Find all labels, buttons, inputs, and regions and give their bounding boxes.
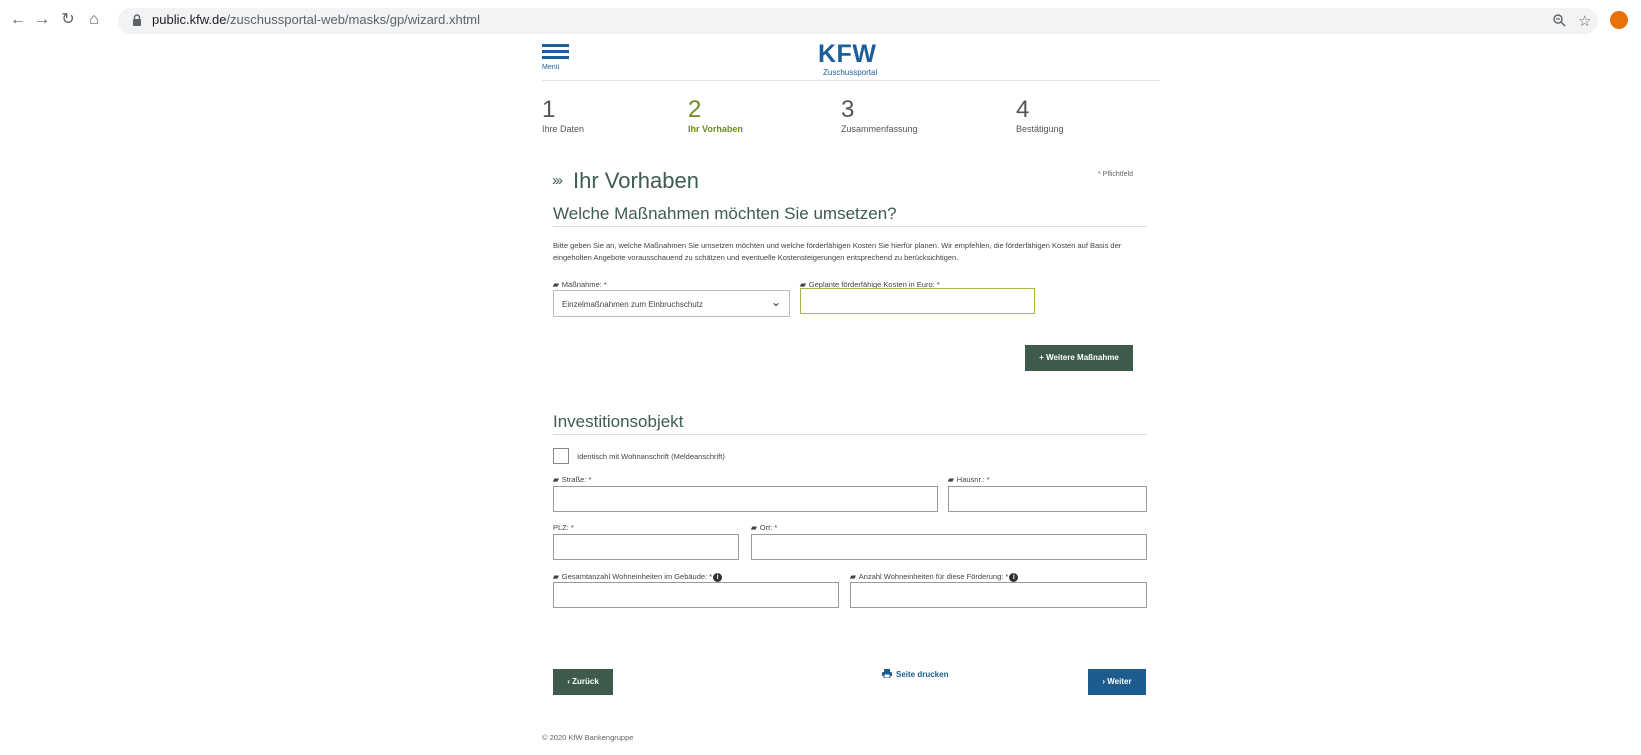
funded-units-label: ▰ Anzahl Wohneinheiten für diese Förderun… — [850, 572, 1019, 582]
plz-label: PLZ: * — [553, 523, 574, 532]
info-marker-icon: ▰ — [850, 572, 856, 581]
info-marker-icon: ▰ — [553, 572, 559, 581]
page-title: ››› Ihr Vorhaben — [552, 168, 699, 193]
house-number-input[interactable] — [948, 486, 1147, 512]
cost-input[interactable] — [800, 288, 1035, 314]
hamburger-icon — [542, 44, 569, 47]
profile-avatar[interactable] — [1610, 11, 1628, 29]
measures-heading: Welche Maßnahmen möchten Sie umsetzen? — [553, 204, 897, 223]
info-marker-icon: ▰ — [948, 475, 954, 484]
zoom-icon[interactable] — [1552, 13, 1566, 27]
kfw-logo[interactable]: KFW — [818, 40, 876, 69]
info-icon[interactable]: i — [713, 573, 723, 582]
house-number-label: ▰ Hausnr.: * — [948, 475, 990, 484]
back-arrow-icon[interactable]: ← — [8, 10, 28, 30]
forward-arrow-icon[interactable]: → — [32, 10, 52, 30]
info-icon[interactable]: i — [1009, 573, 1019, 582]
measures-description: Bitte geben Sie an, welche Maßnahmen Sie… — [553, 241, 1122, 262]
required-note: * Pflichtfeld — [1098, 171, 1134, 178]
logo-subtitle: Zuschussportal — [823, 68, 878, 77]
next-button[interactable]: › Weiter — [1088, 669, 1146, 695]
chevrons-icon: ››› — [552, 172, 563, 189]
city-input[interactable] — [751, 534, 1147, 560]
home-icon[interactable]: ⌂ — [84, 10, 104, 30]
info-marker-icon: ▰ — [553, 475, 559, 484]
same-address-label: Identisch mit Wohnanschrift (Meldeanschr… — [577, 452, 725, 461]
back-button[interactable]: ‹ Zurück — [553, 669, 613, 695]
chevron-down-icon: ⌄ — [770, 295, 781, 309]
menu-button[interactable]: Menü — [542, 44, 572, 76]
add-measure-button[interactable]: + Weitere Maßnahme — [1025, 345, 1133, 371]
print-link[interactable]: Seite drucken — [882, 669, 948, 679]
funded-units-input[interactable] — [850, 582, 1147, 608]
section-divider — [553, 226, 1147, 227]
investment-heading: Investitionsobjekt — [553, 412, 684, 431]
street-label: ▰ Straße: * — [553, 475, 592, 484]
header-divider — [542, 80, 1160, 81]
url-text[interactable]: public.kfw.de/zuschussportal-web/masks/g… — [152, 12, 480, 27]
measure-select[interactable]: Einzelmaßnahmen zum Einbruchschutz ⌄ — [553, 290, 790, 317]
total-units-label: ▰ Gesamtanzahl Wohneinheiten im Gebäude: … — [553, 572, 723, 582]
section-divider — [553, 434, 1147, 435]
total-units-input[interactable] — [553, 582, 839, 608]
city-label: ▰ Ort: * — [751, 523, 778, 532]
street-input[interactable] — [553, 486, 938, 512]
bookmark-star-icon[interactable]: ☆ — [1578, 12, 1591, 30]
step-3[interactable]: 3 Zusammenfassung — [841, 96, 918, 134]
footer-copyright: © 2020 KfW Bankengruppe — [542, 733, 634, 742]
step-1[interactable]: 1 Ihre Daten — [542, 96, 584, 134]
step-4[interactable]: 4 Bestätigung — [1016, 96, 1064, 134]
info-marker-icon: ▰ — [751, 523, 757, 532]
reload-icon[interactable]: ↻ — [58, 10, 78, 30]
printer-icon — [882, 669, 892, 679]
info-marker-icon: ▰ — [553, 280, 559, 289]
menu-label: Menü — [542, 64, 560, 71]
step-2[interactable]: 2 Ihr Vorhaben — [688, 96, 743, 134]
plz-input[interactable] — [553, 534, 739, 560]
measure-label: ▰ Maßnahme: * — [553, 280, 607, 289]
lock-icon[interactable] — [130, 13, 144, 27]
same-address-checkbox[interactable] — [553, 448, 569, 464]
